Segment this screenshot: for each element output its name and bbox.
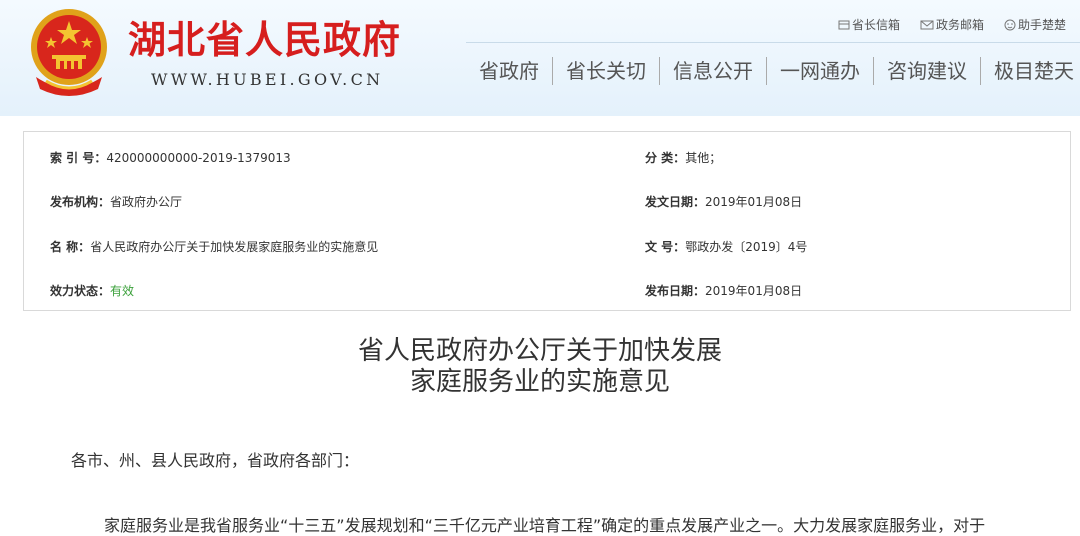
governor-mailbox-link[interactable]: 省长信箱 — [838, 16, 900, 33]
meta-label: 效力状态： — [50, 284, 111, 298]
status-badge: 有效 — [110, 284, 135, 298]
nav-item-provincial-gov[interactable]: 省政府 — [466, 57, 552, 85]
nav-item-one-stop-service[interactable]: 一网通办 — [766, 57, 873, 85]
document-title-line: 家庭服务业的实施意见 — [409, 367, 670, 397]
meta-value: 鄂政办发〔2019〕4号 — [685, 240, 808, 254]
document-title-line: 省人民政府办公厅关于加快发展 — [357, 336, 722, 366]
national-emblem-icon[interactable] — [26, 7, 112, 97]
document-title: 省人民政府办公厅关于加快发展 家庭服务业的实施意见 — [0, 336, 1080, 398]
site-title[interactable]: 湖北省人民政府 — [128, 18, 401, 62]
main-nav: 省政府 省长关切 信息公开 一网通办 咨询建议 极目楚天 — [466, 57, 1080, 85]
site-url[interactable]: WWW.HUBEI.GOV.CN — [151, 70, 383, 89]
nav-divider — [466, 42, 1080, 43]
nav-item-governor-concerns[interactable]: 省长关切 — [552, 57, 659, 85]
envelope-icon — [920, 20, 934, 29]
meta-label: 分 类： — [645, 151, 686, 165]
meta-publish-date: 发布日期：2019年01月08日 — [645, 282, 802, 299]
util-link-label: 省长信箱 — [851, 18, 900, 32]
meta-validity-status: 效力状态：有效 — [50, 282, 134, 299]
meta-document-number: 文 号：鄂政办发〔2019〕4号 — [645, 238, 807, 255]
document-salutation: 各市、州、县人民政府，省政府各部门： — [71, 451, 360, 470]
assistant-icon — [1004, 19, 1016, 30]
meta-value: 2019年01月08日 — [705, 284, 803, 298]
meta-issue-date: 发文日期：2019年01月08日 — [645, 193, 802, 210]
document-metadata-panel: 索 引 号：420000000000-2019-1379013 分 类：其他； … — [23, 131, 1071, 311]
meta-value: 省人民政府办公厅关于加快发展家庭服务业的实施意见 — [90, 240, 379, 254]
meta-value: 省政府办公厅 — [110, 195, 183, 209]
mailbox-icon — [838, 20, 850, 29]
meta-value: 其他； — [685, 151, 722, 165]
meta-value: 420000000000-2019-1379013 — [106, 151, 291, 165]
gov-email-link[interactable]: 政务邮箱 — [920, 16, 984, 33]
meta-label: 发文日期： — [645, 195, 706, 209]
site-header: 湖北省人民政府 WWW.HUBEI.GOV.CN 省长信箱 政务邮箱 助手楚楚 … — [0, 0, 1080, 116]
meta-label: 名 称： — [50, 240, 91, 254]
util-link-label: 助手楚楚 — [1017, 18, 1066, 32]
meta-label: 发布日期： — [645, 284, 706, 298]
nav-item-consultation[interactable]: 咨询建议 — [873, 57, 980, 85]
nav-item-info-disclosure[interactable]: 信息公开 — [659, 57, 766, 85]
meta-label: 索 引 号： — [50, 151, 107, 165]
meta-name: 名 称：省人民政府办公厅关于加快发展家庭服务业的实施意见 — [50, 238, 378, 255]
meta-label: 文 号： — [645, 240, 686, 254]
meta-category: 分 类：其他； — [645, 149, 721, 166]
utility-links: 省长信箱 政务邮箱 助手楚楚 — [838, 16, 1066, 33]
nav-item-jimu-chutian[interactable]: 极目楚天 — [980, 57, 1080, 85]
meta-value: 2019年01月08日 — [705, 195, 803, 209]
meta-label: 发布机构： — [50, 195, 111, 209]
meta-index-number: 索 引 号：420000000000-2019-1379013 — [50, 149, 291, 166]
util-link-label: 政务邮箱 — [935, 18, 984, 32]
document-paragraph: 家庭服务业是我省服务业“十三五”发展规划和“三千亿元产业培育工程”确定的重点发展… — [104, 516, 986, 535]
assistant-link[interactable]: 助手楚楚 — [1004, 16, 1066, 33]
meta-issuer: 发布机构：省政府办公厅 — [50, 193, 182, 210]
